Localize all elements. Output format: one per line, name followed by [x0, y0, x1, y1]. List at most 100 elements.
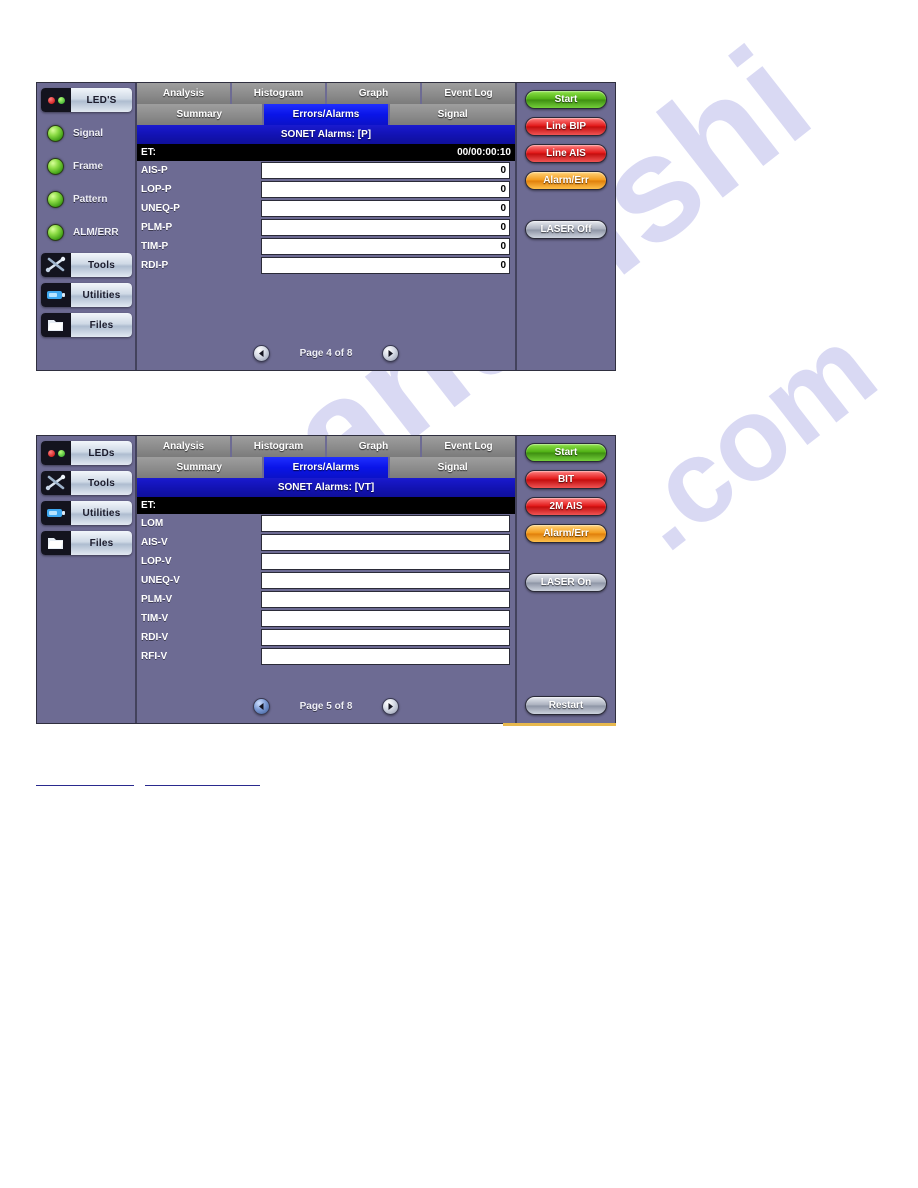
alarm-value-field[interactable] — [261, 648, 510, 665]
alarm-value-field[interactable] — [261, 629, 510, 646]
action-button-alarm-err[interactable]: Alarm/Err — [525, 171, 607, 190]
action-button-column: Start BIT 2M AIS Alarm/Err LASER On Restart — [515, 436, 615, 723]
sidebar-item-files[interactable]: Files — [41, 531, 132, 555]
tab-analysis[interactable]: Analysis — [137, 83, 230, 104]
tab-histogram[interactable]: Histogram — [232, 83, 325, 104]
tab-event-log[interactable]: Event Log — [422, 83, 515, 104]
led-indicator: ALM/ERR — [47, 220, 132, 245]
sidebar-button-group: Tools Utilities Files — [40, 471, 132, 555]
alarm-value-field[interactable] — [261, 572, 510, 589]
files-icon — [41, 531, 71, 555]
table-row: LOM — [137, 514, 515, 533]
sidebar-item-leds[interactable]: LEDs — [41, 441, 132, 465]
action-button-line-bip[interactable]: Line BIP — [525, 117, 607, 136]
tab-signal[interactable]: Signal — [390, 104, 516, 125]
action-button-alarm-err[interactable]: Alarm/Err — [525, 524, 607, 543]
alarm-value-field[interactable]: 0 — [261, 257, 510, 274]
sidebar-item-label: Tools — [71, 471, 132, 495]
tab-bar-primary: Analysis Histogram Graph Event Log — [137, 83, 515, 104]
led-label: Pattern — [73, 194, 108, 205]
action-button-start[interactable]: Start — [525, 443, 607, 462]
alarm-row-list: AIS-P 0 LOP-P 0 UNEQ-P 0 PLM-P 0 TIM-P 0 RDI-P 0 — [137, 161, 515, 275]
tab-graph[interactable]: Graph — [327, 436, 420, 457]
led-label: Frame — [73, 161, 104, 172]
utilities-glyph — [47, 509, 65, 517]
led-indicator: Pattern — [47, 187, 132, 212]
tools-glyph — [45, 256, 66, 273]
arrow-left-icon[interactable] — [252, 345, 270, 362]
action-button-restart[interactable]: Restart — [525, 696, 607, 715]
tools-glyph — [45, 474, 66, 491]
tab-histogram[interactable]: Histogram — [232, 436, 325, 457]
arrow-right-icon[interactable] — [382, 345, 400, 362]
leds-icon — [41, 88, 71, 112]
alarm-value-field[interactable] — [261, 610, 510, 627]
elapsed-time-value: 00/00:00:10 — [457, 147, 511, 158]
sidebar-item-tools[interactable]: Tools — [41, 253, 132, 277]
tab-signal[interactable]: Signal — [390, 457, 516, 478]
alarm-value-field[interactable]: 0 — [261, 181, 510, 198]
table-row: PLM-V — [137, 590, 515, 609]
alarm-value-field[interactable]: 0 — [261, 238, 510, 255]
section-title: SONET Alarms: [VT] — [137, 478, 515, 497]
alarm-value-field[interactable] — [261, 515, 510, 532]
page-indicator: Page 4 of 8 — [299, 348, 353, 359]
alarm-label: LOP-P — [141, 184, 172, 195]
action-button-laser-on[interactable]: LASER On — [525, 573, 607, 592]
alarm-label: RDI-V — [141, 632, 169, 643]
tab-summary[interactable]: Summary — [137, 457, 262, 478]
main-content: Analysis Histogram Graph Event Log Summary Er… — [137, 83, 516, 370]
sidebar-item-files[interactable]: Files — [41, 313, 132, 337]
tab-errors-alarms[interactable]: Errors/Alarms — [263, 104, 389, 125]
tools-icon — [41, 253, 71, 277]
arrow-left-icon[interactable] — [252, 698, 270, 715]
led-lamp-icon — [47, 158, 64, 175]
sidebar-item-utilities[interactable]: Utilities — [41, 283, 132, 307]
tab-graph[interactable]: Graph — [327, 83, 420, 104]
tab-bar-primary: Analysis Histogram Graph Event Log — [137, 436, 515, 457]
alarm-value-field[interactable]: 0 — [261, 200, 510, 217]
files-glyph — [48, 538, 63, 549]
sidebar: LEDs Tools Utilities Files — [37, 436, 137, 723]
table-row: PLM-P 0 — [137, 218, 515, 237]
table-row: AIS-P 0 — [137, 161, 515, 180]
action-button-2m-ais[interactable]: 2M AIS — [525, 497, 607, 516]
tab-event-log[interactable]: Event Log — [422, 436, 515, 457]
section-title: SONET Alarms: [P] — [137, 125, 515, 144]
tab-bar-secondary: Summary Errors/Alarms Signal — [137, 104, 516, 125]
horizontal-rule-left — [36, 785, 134, 786]
sidebar: LED'S Signal Frame Pattern ALM/ERR Tools Utili… — [37, 83, 137, 370]
arrow-left-glyph — [258, 350, 264, 357]
table-row: UNEQ-P 0 — [137, 199, 515, 218]
sidebar-item-label: LEDs — [71, 441, 132, 465]
tab-bar-secondary: Summary Errors/Alarms Signal — [137, 457, 516, 478]
table-row: RFI-V — [137, 647, 515, 666]
led-lamp-icon — [47, 191, 64, 208]
action-button-line-ais[interactable]: Line AIS — [525, 144, 607, 163]
files-icon — [41, 313, 71, 337]
alarm-value-field[interactable]: 0 — [261, 162, 510, 179]
alarm-value-field[interactable] — [261, 534, 510, 551]
alarm-value-field[interactable] — [261, 553, 510, 570]
elapsed-time-bar: ET: — [137, 497, 515, 514]
sidebar-item-tools[interactable]: Tools — [41, 471, 132, 495]
alarm-label: PLM-V — [141, 594, 173, 605]
sidebar-item-utilities[interactable]: Utilities — [41, 501, 132, 525]
tab-analysis[interactable]: Analysis — [137, 436, 230, 457]
watermark-text-secondary: .com — [601, 302, 900, 576]
led-dot-red — [47, 96, 55, 104]
elapsed-time-bar: ET: 00/00:00:10 — [137, 144, 515, 161]
action-button-start[interactable]: Start — [525, 90, 607, 109]
sidebar-item-leds[interactable]: LED'S — [41, 88, 132, 112]
table-row: LOP-P 0 — [137, 180, 515, 199]
tab-summary[interactable]: Summary — [137, 104, 262, 125]
alarm-label: UNEQ-P — [141, 203, 180, 214]
action-button-bit[interactable]: BIT — [525, 470, 607, 489]
action-button-laser-off[interactable]: LASER Off — [525, 220, 607, 239]
alarm-value-field[interactable] — [261, 591, 510, 608]
arrow-right-icon[interactable] — [382, 698, 400, 715]
alarm-value-field[interactable]: 0 — [261, 219, 510, 236]
page-indicator: Page 5 of 8 — [299, 701, 353, 712]
tab-errors-alarms[interactable]: Errors/Alarms — [263, 457, 389, 478]
horizontal-rule-right — [145, 785, 260, 786]
